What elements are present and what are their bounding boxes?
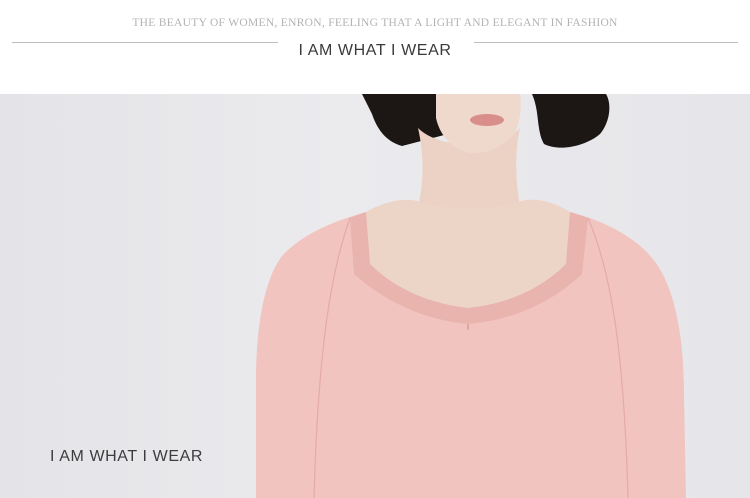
- banner-caption: I AM WHAT I WEAR: [50, 448, 204, 465]
- product-banner: I AM WHAT I WEAR: [0, 94, 750, 498]
- page-header: THE BEAUTY OF WOMEN, ENRON, FEELING THAT…: [0, 0, 750, 94]
- headline: I AM WHAT I WEAR: [298, 42, 452, 59]
- lips: [470, 114, 504, 126]
- tagline: THE BEAUTY OF WOMEN, ENRON, FEELING THAT…: [132, 17, 618, 29]
- model-photo: [256, 94, 686, 498]
